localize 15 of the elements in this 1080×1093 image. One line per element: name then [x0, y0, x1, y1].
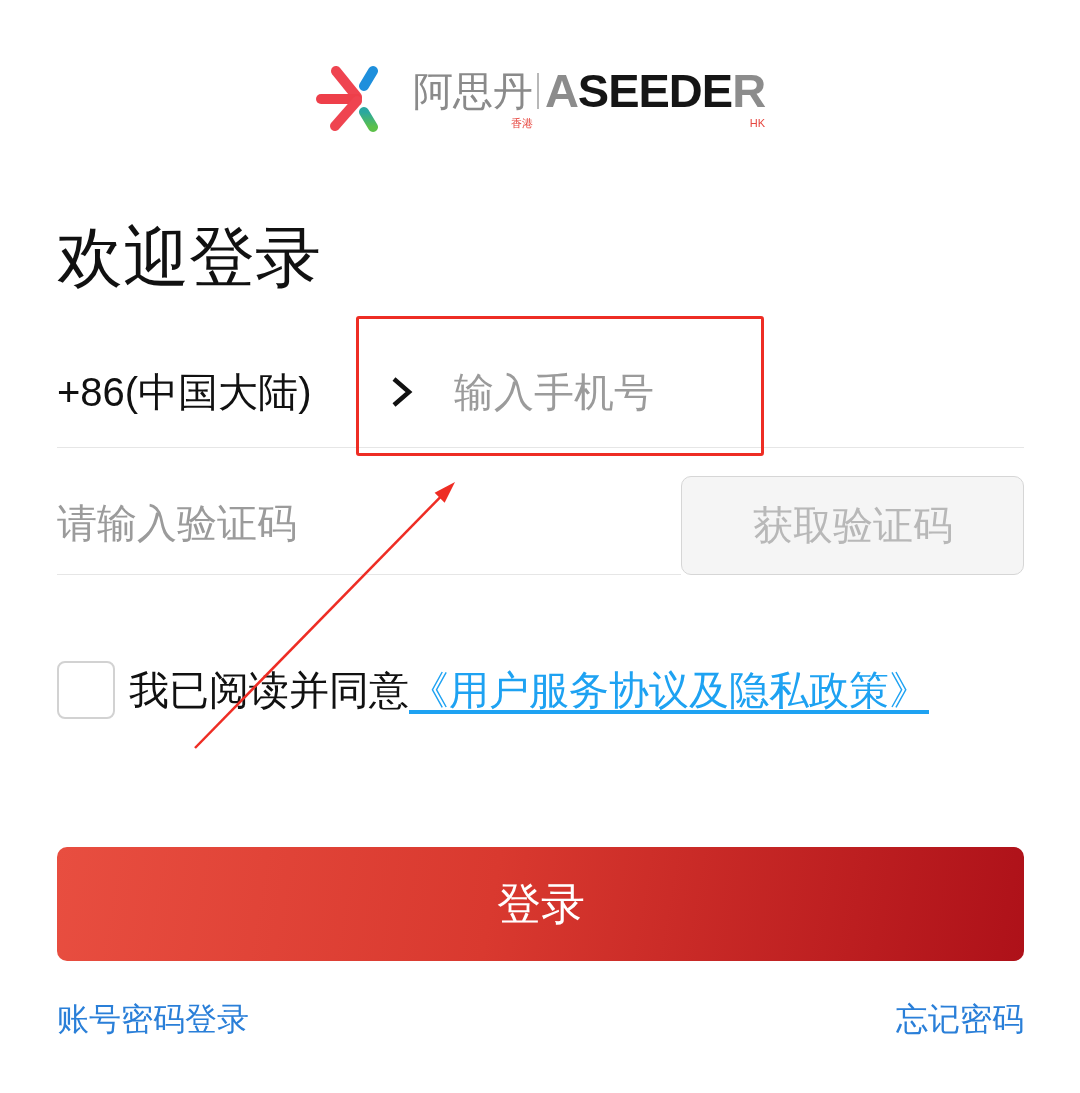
phone-input[interactable]: 输入手机号 [453, 360, 1024, 424]
agreement-checkbox[interactable] [57, 661, 115, 719]
agreement-link[interactable]: 《用户服务协议及隐私政策》 [409, 668, 929, 712]
country-code[interactable]: +86(中国大陆) [57, 368, 312, 416]
code-input[interactable]: 请输入验证码 [57, 476, 681, 575]
footer-link[interactable]: 账号密码登录 [57, 999, 249, 1039]
agreement-text: 我已阅读并同意《用户服务协议及隐私政策》 [129, 667, 929, 714]
region-label: HK [749, 116, 766, 129]
brand-name-chinese: 阿思丹 [412, 68, 533, 113]
welcome-title: 欢迎登录 [57, 219, 321, 296]
chevron-right-icon[interactable] [390, 376, 413, 408]
brand-name: ASEEDER [544, 68, 766, 113]
region-label: 香港 [510, 116, 533, 129]
footer-link[interactable]: 忘记密码 [896, 999, 1024, 1039]
login-button[interactable]: 登录 [57, 847, 1024, 961]
